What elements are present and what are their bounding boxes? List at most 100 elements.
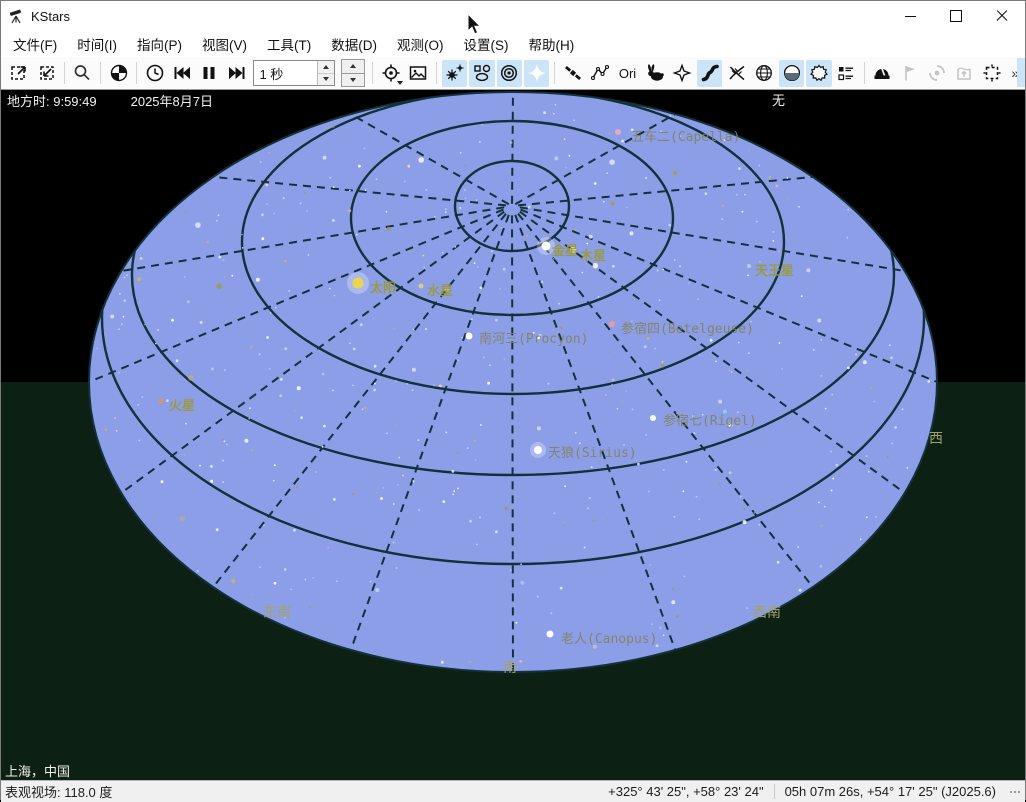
globe-icon bbox=[109, 63, 129, 83]
geographic-location-button[interactable] bbox=[106, 60, 131, 87]
zoom-out-selection-button[interactable] bbox=[33, 60, 58, 87]
forward-icon bbox=[227, 63, 247, 83]
time-step-back-button[interactable] bbox=[169, 60, 194, 87]
clines-icon bbox=[590, 63, 610, 83]
galaxy-icon bbox=[927, 63, 947, 83]
time-step-up[interactable] bbox=[318, 61, 334, 73]
view-modes-button[interactable] bbox=[979, 60, 1004, 87]
time-step-value[interactable]: 1 秒 bbox=[254, 61, 317, 85]
minimize-icon bbox=[905, 16, 916, 17]
eqgrid-icon bbox=[727, 63, 747, 83]
find-object-button[interactable] bbox=[70, 60, 95, 87]
time-overlay: 地方时: 9:59:49 2025年8月7日 bbox=[7, 91, 213, 110]
object-marker[interactable] bbox=[419, 284, 424, 289]
cbounds-icon bbox=[672, 63, 692, 83]
menu-bar: 文件(F)时间(I)指向(P)视图(V)工具(T)数据(D)观测(O)设置(S)… bbox=[1, 31, 1025, 57]
mouse-cursor bbox=[467, 14, 483, 36]
menu-item-0[interactable]: 文件(F) bbox=[3, 30, 67, 58]
toggle-constellation-boundaries-button[interactable] bbox=[670, 60, 695, 87]
menu-item-3[interactable]: 视图(V) bbox=[192, 30, 257, 58]
menu-item-2[interactable]: 指向(P) bbox=[127, 30, 192, 58]
fits-viewer-button[interactable] bbox=[952, 60, 977, 87]
minimize-button[interactable] bbox=[887, 1, 933, 31]
unit-up-button[interactable] bbox=[341, 59, 365, 74]
object-marker[interactable] bbox=[650, 415, 656, 421]
toggle-flags-button[interactable] bbox=[806, 60, 831, 87]
satellite-icon bbox=[563, 63, 583, 83]
object-marker[interactable] bbox=[542, 242, 551, 251]
window-title: KStars bbox=[31, 9, 70, 24]
fov-name-label: 无 bbox=[769, 90, 788, 109]
object-marker[interactable] bbox=[570, 247, 576, 253]
list-icon bbox=[836, 63, 856, 83]
toolbar-separator bbox=[100, 62, 101, 84]
toggle-stars-button[interactable] bbox=[442, 60, 467, 87]
object-marker[interactable] bbox=[547, 631, 554, 638]
select-shrink-icon bbox=[36, 63, 56, 83]
local-time-label: 地方时: 9:59:49 bbox=[7, 91, 97, 110]
location-label: 上海，中国 bbox=[5, 761, 70, 780]
dropdown-arrow-icon bbox=[397, 81, 403, 85]
object-marker[interactable] bbox=[534, 446, 542, 454]
time-step-down[interactable] bbox=[318, 73, 334, 86]
flags-tool-button[interactable] bbox=[897, 60, 922, 87]
sky-map-canvas[interactable] bbox=[1, 90, 1025, 780]
pointing-focus-button[interactable] bbox=[378, 60, 403, 87]
clock-icon bbox=[145, 63, 165, 83]
time-unit-stepper[interactable] bbox=[341, 59, 365, 87]
menu-item-1[interactable]: 时间(I) bbox=[67, 30, 127, 58]
dso-icon bbox=[472, 63, 492, 83]
toggle-equatorial-grid-button[interactable] bbox=[724, 60, 749, 87]
time-step-forward-button[interactable] bbox=[224, 60, 249, 87]
toggle-horizontal-grid-button[interactable] bbox=[752, 60, 777, 87]
toggle-constellation-lines-button[interactable] bbox=[588, 60, 613, 87]
maximize-icon bbox=[950, 10, 962, 22]
resize-grip[interactable] bbox=[1010, 791, 1020, 793]
toolbar-separator bbox=[554, 62, 555, 84]
whats-interesting-button[interactable] bbox=[834, 60, 859, 87]
flag-icon bbox=[900, 63, 920, 83]
toggle-ground-button[interactable] bbox=[779, 60, 804, 87]
object-marker[interactable] bbox=[747, 264, 751, 268]
object-marker[interactable] bbox=[615, 129, 621, 135]
time-pause-button[interactable] bbox=[197, 60, 222, 87]
maximize-button[interactable] bbox=[933, 1, 979, 31]
toggle-satellites-button[interactable] bbox=[560, 60, 585, 87]
horizontal-coords-label: +325° 43' 25", +58° 23' 24" bbox=[598, 784, 773, 799]
toolbar-separator bbox=[372, 62, 373, 84]
menu-item-5[interactable]: 数据(D) bbox=[321, 30, 387, 58]
set-time-button[interactable] bbox=[142, 60, 167, 87]
menu-item-4[interactable]: 工具(T) bbox=[257, 30, 321, 58]
ekos-tool-button[interactable] bbox=[870, 60, 895, 87]
close-button[interactable] bbox=[979, 1, 1025, 31]
toggle-constellation-names-button[interactable]: Ori bbox=[615, 60, 640, 87]
jagged-icon bbox=[809, 63, 829, 83]
unit-down-button[interactable] bbox=[341, 74, 365, 88]
menu-item-7[interactable]: 设置(S) bbox=[454, 30, 519, 58]
dashedbox-icon bbox=[982, 63, 1002, 83]
time-step-input[interactable]: 1 秒 bbox=[253, 60, 335, 86]
object-marker[interactable] bbox=[609, 321, 615, 327]
toggle-solar-system-button[interactable] bbox=[497, 60, 522, 87]
hips-overlay-button[interactable] bbox=[924, 60, 949, 87]
toggle-constellation-art-button[interactable] bbox=[642, 60, 667, 87]
object-marker[interactable] bbox=[353, 278, 364, 289]
toolbar-separator bbox=[436, 62, 437, 84]
toggle-supernovae-button[interactable] bbox=[524, 60, 549, 87]
menu-item-8[interactable]: 帮助(H) bbox=[519, 30, 585, 58]
object-marker[interactable] bbox=[466, 333, 473, 340]
docked-toolbar-edge[interactable] bbox=[1017, 58, 1025, 87]
object-marker[interactable] bbox=[159, 399, 164, 404]
rewind-icon bbox=[172, 63, 192, 83]
toggle-deep-sky-objects-button[interactable] bbox=[469, 60, 494, 87]
zoom-to-selection-button[interactable] bbox=[6, 60, 31, 87]
menu-item-6[interactable]: 观测(O) bbox=[387, 30, 454, 58]
toggle-milky-way-button[interactable] bbox=[697, 60, 722, 87]
close-icon bbox=[996, 10, 1008, 22]
toolbar-separator bbox=[136, 62, 137, 84]
constellation-names-icon: Ori bbox=[619, 66, 636, 81]
kstars-app-icon bbox=[9, 8, 25, 24]
sky-map-area[interactable]: 地方时: 9:59:49 2025年8月7日 无 上海，中国 五车二(Capel… bbox=[1, 90, 1025, 780]
fitsbox-icon bbox=[954, 63, 974, 83]
sky-image-button[interactable] bbox=[406, 60, 431, 87]
